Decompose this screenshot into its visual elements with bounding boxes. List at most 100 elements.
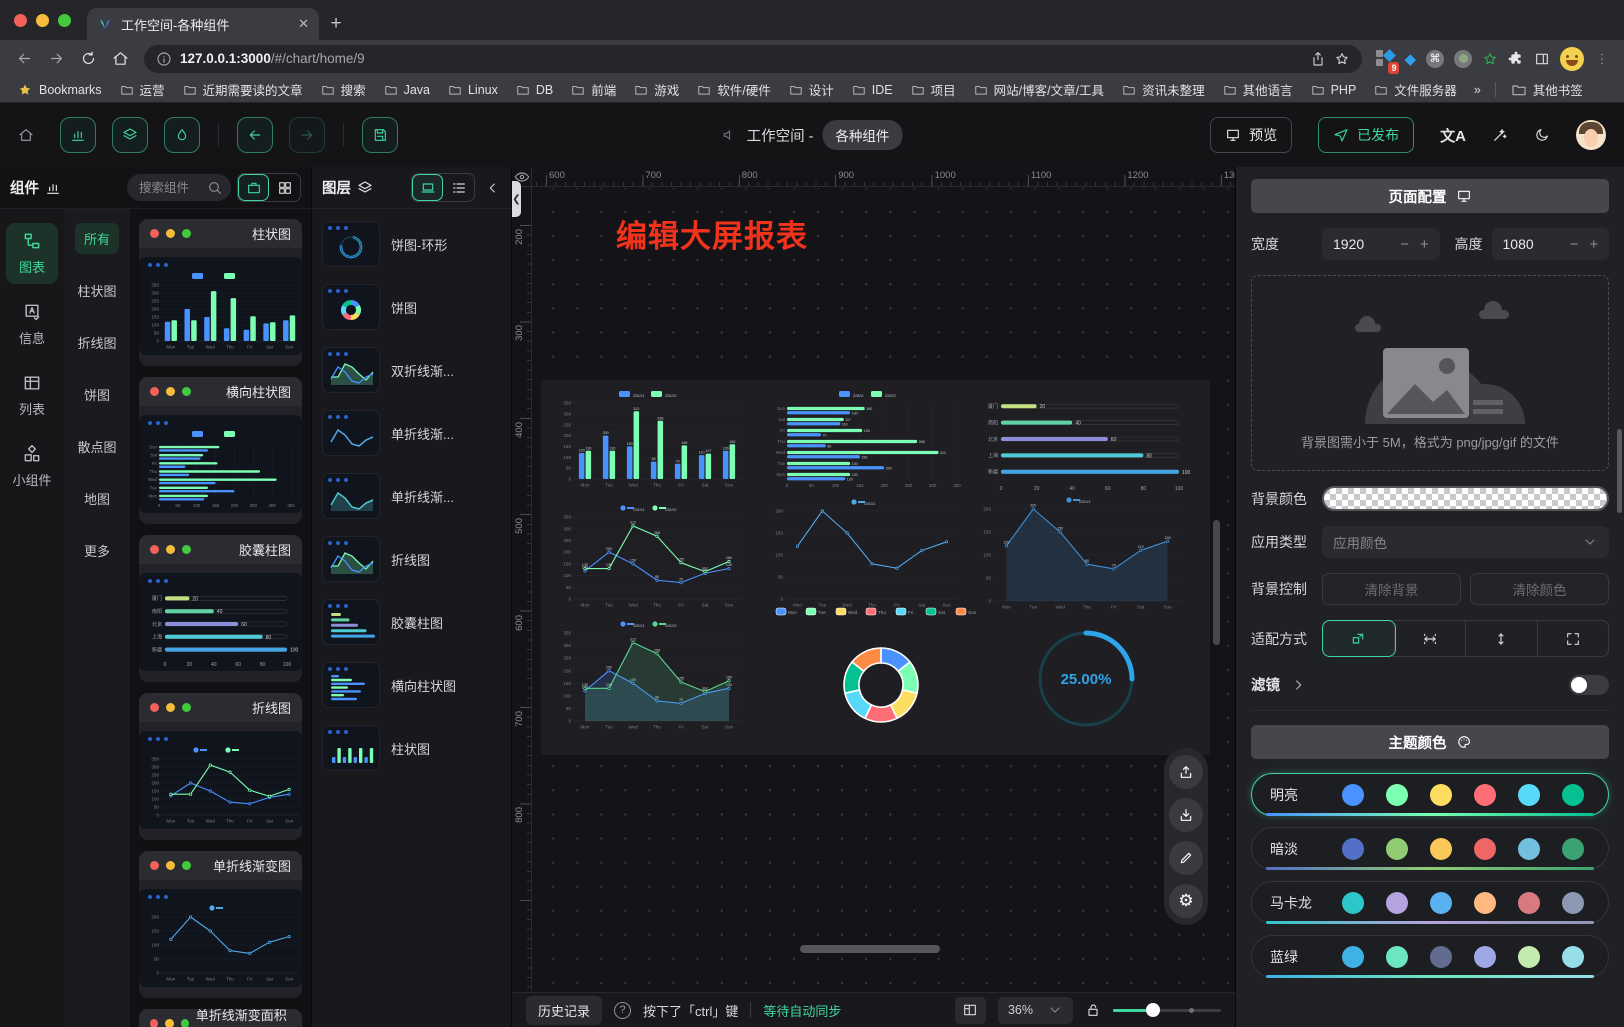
- dark-mode-moon-icon[interactable]: [1534, 127, 1550, 143]
- theme-row-马卡龙[interactable]: 马卡龙: [1251, 881, 1609, 924]
- theme-color-dot[interactable]: [1562, 946, 1584, 968]
- theme-color-dot[interactable]: [1562, 838, 1584, 860]
- canvas-area[interactable]: 6007008009001000110012001300 20030040050…: [512, 167, 1235, 1027]
- component-card-横向柱状图[interactable]: 横向柱状图050100150200250300350MonTueWedThuFr…: [139, 377, 302, 524]
- layer-thumbnail[interactable]: [322, 284, 380, 330]
- fit-width-button[interactable]: [1395, 621, 1467, 656]
- settings-gear-icon[interactable]: ⚙: [1169, 884, 1203, 918]
- category-折线图[interactable]: 折线图: [68, 327, 125, 358]
- bookmark-item[interactable]: 网站/博客/文章/工具: [967, 78, 1111, 101]
- canvas-chart-line-double-gradient-area[interactable]: data1data2050100150200250300350MonTueWed…: [555, 618, 747, 732]
- home-icon[interactable]: [106, 45, 134, 73]
- layer-item[interactable]: 单折线渐...: [322, 473, 501, 519]
- chart-panel-toggle-button[interactable]: [60, 117, 96, 153]
- category-饼图[interactable]: 饼图: [75, 379, 119, 410]
- layer-thumbnail[interactable]: [322, 599, 380, 645]
- slider-knob[interactable]: [1146, 1003, 1160, 1017]
- redo-button[interactable]: [289, 117, 325, 153]
- panel-scrollbar[interactable]: [1617, 429, 1622, 513]
- theme-color-dot[interactable]: [1342, 892, 1364, 914]
- layer-item[interactable]: 双折线渐...: [322, 347, 501, 393]
- theme-color-dot[interactable]: [1386, 946, 1408, 968]
- theme-color-dot[interactable]: [1518, 838, 1540, 860]
- canvas-chart-line-double[interactable]: data1data2050100150200250300350MonTueWed…: [555, 502, 747, 610]
- theme-row-暗淡[interactable]: 暗淡: [1251, 827, 1609, 870]
- layer-item[interactable]: 柱状图: [322, 725, 501, 771]
- bookmark-item[interactable]: 资讯未整理: [1115, 78, 1212, 101]
- theme-color-dot[interactable]: [1430, 892, 1452, 914]
- horizontal-scrollbar[interactable]: [800, 945, 940, 953]
- card-thumbnail[interactable]: 050100150200250300350MonTueWedThuFriSatS…: [139, 731, 302, 829]
- width-decrement[interactable]: −: [1400, 236, 1409, 253]
- zoom-slider[interactable]: [1113, 1003, 1221, 1017]
- layer-thumbnail[interactable]: [322, 221, 380, 267]
- back-icon[interactable]: [10, 45, 38, 73]
- close-window-button[interactable]: [14, 14, 27, 27]
- canvas-chart-bar-horizontal[interactable]: data1data2050100150200250300350MonTueWed…: [771, 388, 971, 490]
- bookmark-item[interactable]: DB: [509, 81, 560, 99]
- theme-color-dot[interactable]: [1518, 892, 1540, 914]
- sidebar-item-信息[interactable]: 信息: [6, 294, 58, 355]
- layer-thumbnail[interactable]: [322, 473, 380, 519]
- theme-color-dot[interactable]: [1430, 946, 1452, 968]
- theme-color-dot[interactable]: [1474, 784, 1496, 806]
- browser-profile-avatar[interactable]: [1560, 47, 1584, 71]
- category-散点图[interactable]: 散点图: [68, 431, 125, 462]
- collapse-panel-icon[interactable]: [485, 180, 501, 196]
- card-thumbnail[interactable]: 厦门20南阳40北京60上海80新疆100020406080100: [139, 573, 302, 671]
- component-card-折线图[interactable]: 折线图050100150200250300350MonTueWedThuFriS…: [139, 693, 302, 840]
- theme-color-dot[interactable]: [1342, 784, 1364, 806]
- theme-color-dot[interactable]: [1474, 946, 1496, 968]
- layer-item[interactable]: 饼图: [322, 284, 501, 330]
- site-info-icon[interactable]: [156, 51, 172, 67]
- url-bar[interactable]: 127.0.0.1:3000/#/chart/home/9: [144, 45, 1362, 73]
- zoom-window-button[interactable]: [58, 14, 71, 27]
- canvas-chart-capsule[interactable]: 厦门20南阳40北京60上海80新疆100020406080100: [979, 392, 1197, 492]
- layer-thumbnail[interactable]: [322, 410, 380, 456]
- card-thumbnail[interactable]: 050100150200250300350MonTueWedThuFriSatS…: [139, 415, 302, 513]
- browser-menu-icon[interactable]: [1594, 51, 1610, 67]
- share-icon[interactable]: [1310, 51, 1326, 67]
- width-input[interactable]: 1920 −+: [1322, 228, 1440, 260]
- category-更多[interactable]: 更多: [75, 535, 119, 566]
- layer-item[interactable]: 横向柱状图: [322, 662, 501, 708]
- grid-view-toggle[interactable]: [269, 174, 300, 201]
- component-card-单折线渐变图[interactable]: 单折线渐变图050100150200MonTueWedThuFriSatSun: [139, 851, 302, 998]
- canvas-chart-pie-ring[interactable]: MonTueWedThuFriSatSun: [763, 604, 999, 752]
- fit-full-button[interactable]: [1538, 621, 1609, 656]
- layer-item[interactable]: 饼图-环形: [322, 221, 501, 267]
- theme-color-dot[interactable]: [1430, 838, 1452, 860]
- component-card-柱状图[interactable]: 柱状图050100150200250300350MonTueWedThuFriS…: [139, 219, 302, 366]
- card-thumbnail[interactable]: 050100150200250300350MonTueWedThuFriSatS…: [139, 257, 302, 355]
- preview-button[interactable]: 预览: [1210, 117, 1292, 153]
- fit-scale-button[interactable]: [1323, 621, 1395, 656]
- height-decrement[interactable]: −: [1569, 236, 1578, 253]
- category-地图[interactable]: 地图: [75, 483, 119, 514]
- layer-thumbnail[interactable]: [322, 536, 380, 582]
- undo-button[interactable]: [237, 117, 273, 153]
- help-icon[interactable]: ?: [614, 1002, 631, 1019]
- layer-item[interactable]: 胶囊柱图: [322, 599, 501, 645]
- magic-wand-icon[interactable]: [1492, 127, 1508, 143]
- history-button[interactable]: 历史记录: [526, 996, 602, 1025]
- clear-background-button[interactable]: 清除背景: [1322, 573, 1461, 605]
- canvas-chart-progress[interactable]: 25.00%: [981, 610, 1191, 748]
- bookmark-item[interactable]: 前端: [564, 78, 623, 101]
- dashboard-board[interactable]: data1data2050100150200250300350MonTueWed…: [541, 380, 1210, 755]
- theme-color-dot[interactable]: [1342, 946, 1364, 968]
- bookmark-item[interactable]: 软件/硬件: [690, 78, 777, 101]
- theme-color-dot[interactable]: [1562, 892, 1584, 914]
- height-increment[interactable]: +: [1589, 236, 1598, 253]
- bookmark-item[interactable]: Linux: [441, 81, 505, 99]
- app-type-select[interactable]: 应用颜色: [1322, 526, 1609, 558]
- bookmark-item[interactable]: 近期需要读的文章: [176, 78, 310, 101]
- bookmark-item[interactable]: PHP: [1304, 81, 1364, 99]
- vertical-scrollbar[interactable]: [1213, 520, 1220, 645]
- new-tab-button[interactable]: +: [319, 8, 353, 40]
- green-star-extension-icon[interactable]: [1482, 51, 1498, 67]
- page-config-header[interactable]: 页面配置: [1251, 179, 1609, 213]
- bookmark-item[interactable]: IDE: [845, 81, 900, 99]
- bookmark-item[interactable]: 运营: [113, 78, 172, 101]
- layer-item[interactable]: 单折线渐...: [322, 410, 501, 456]
- background-upload-dropzone[interactable]: 背景图需小于 5M，格式为 png/jpg/gif 的文件: [1251, 275, 1609, 471]
